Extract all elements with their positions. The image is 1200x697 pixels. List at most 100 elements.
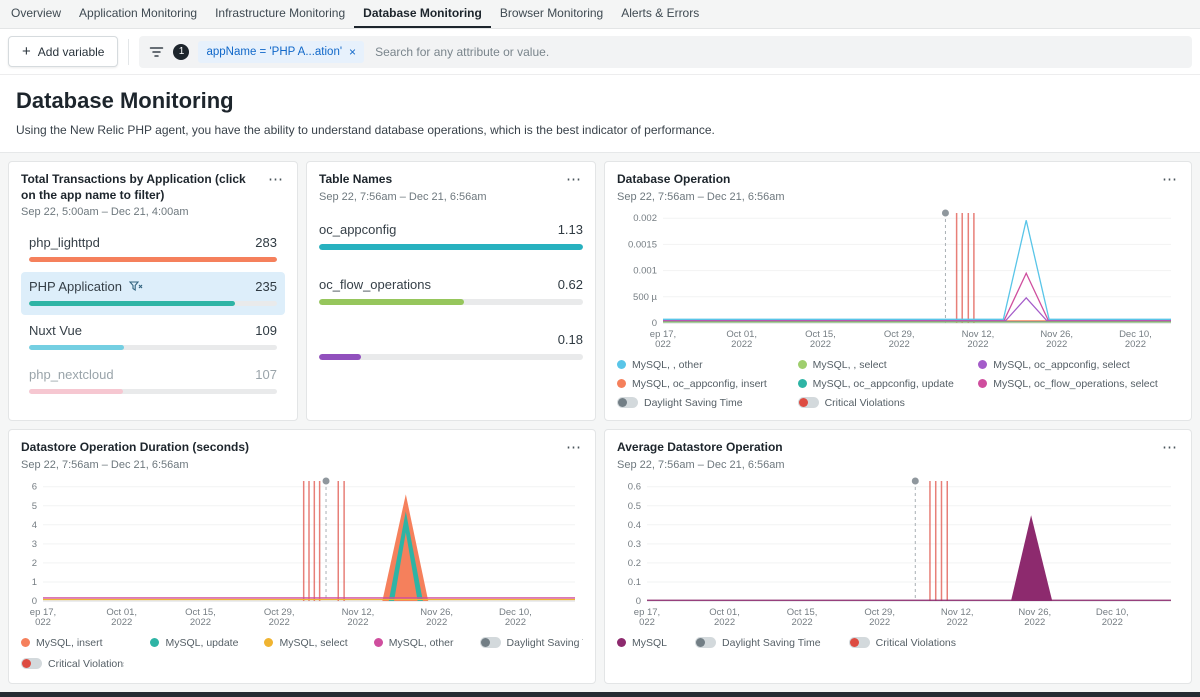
legend-label: Daylight Saving Time [722, 637, 821, 649]
filter-remove-icon[interactable] [129, 281, 143, 292]
bar-fill [29, 389, 123, 394]
daylight-saving-toggle[interactable] [617, 397, 638, 408]
panel-avg-datastore: Average Datastore Operation Sep 22, 7:56… [604, 429, 1192, 684]
datastore-duration-chart: 6543210ep 17,022Oct 01,2022Oct 15,2022Oc… [21, 471, 583, 631]
svg-text:Oct 01,2022: Oct 01,2022 [726, 329, 757, 350]
panel-menu-button[interactable]: ⋯ [266, 172, 285, 187]
bar-row-oc_appconfig[interactable]: oc_appconfig1.13 [319, 213, 583, 268]
datastore-duration-legend: MySQL, insert MySQL, update MySQL, select M… [21, 637, 583, 670]
nav-item-application-monitoring[interactable]: Application Monitoring [70, 0, 206, 28]
panel-timerange: Sep 22, 7:56am – Dec 21, 6:56am [21, 459, 255, 471]
legend-dot [264, 638, 273, 647]
bar-row-nuxt-vue[interactable]: Nuxt Vue109 [21, 316, 285, 359]
svg-text:500 µ: 500 µ [633, 291, 657, 302]
svg-text:0: 0 [636, 596, 641, 607]
panel-datastore-duration: Datastore Operation Duration (seconds) S… [8, 429, 596, 684]
legend-item[interactable]: Daylight Saving Ti... [480, 637, 583, 649]
bottom-bar [0, 692, 1200, 697]
legend-item[interactable]: MySQL, , other [617, 359, 792, 371]
legend-item[interactable]: Critical Violations [798, 397, 973, 409]
legend-item[interactable]: MySQL, select [264, 637, 347, 649]
critical-violations-toggle[interactable] [21, 658, 42, 669]
legend-item[interactable]: Daylight Saving Time [695, 637, 821, 649]
svg-text:Nov 26,2022: Nov 26,2022 [1018, 607, 1051, 628]
panel-menu-button[interactable]: ⋯ [1160, 172, 1179, 187]
svg-text:Nov 26,2022: Nov 26,2022 [1040, 329, 1073, 350]
svg-text:Dec 10,2022: Dec 10,2022 [1096, 607, 1129, 628]
legend-item[interactable]: MySQL, insert [21, 637, 124, 649]
svg-text:0.1: 0.1 [628, 577, 641, 588]
critical-violations-toggle[interactable] [849, 637, 870, 648]
svg-text:3: 3 [32, 538, 37, 549]
legend-item[interactable]: MySQL, update [150, 637, 238, 649]
filter-search-container: 1 appName = 'PHP A...ation' × [139, 36, 1192, 68]
legend-item[interactable]: MySQL, oc_appconfig, update [798, 378, 973, 390]
svg-text:Oct 01,2022: Oct 01,2022 [106, 607, 137, 628]
page-title: Database Monitoring [16, 88, 1184, 114]
bar-row-php_lighttpd[interactable]: php_lighttpd283 [21, 228, 285, 271]
svg-text:Oct 15,2022: Oct 15,2022 [787, 607, 818, 628]
bar-value: 0.18 [558, 332, 583, 347]
database-operation-chart: 0.0020.00150.001500 µ0ep 17,022Oct 01,20… [617, 203, 1179, 353]
legend-item[interactable]: MySQL, oc_flow_operations, select [978, 378, 1179, 390]
page-subtitle: Using the New Relic PHP agent, you have … [16, 123, 1184, 137]
legend-label: Critical Violations [825, 397, 905, 409]
panel-timerange: Sep 22, 7:56am – Dec 21, 6:56am [617, 191, 785, 203]
svg-text:Oct 29,2022: Oct 29,2022 [864, 607, 895, 628]
nav-item-overview[interactable]: Overview [2, 0, 70, 28]
bar-value: 1.13 [558, 222, 583, 237]
legend-item[interactable]: MySQL, other [374, 637, 454, 649]
panel-title: Total Transactions by Application (click… [21, 172, 266, 203]
panel-menu-button[interactable]: ⋯ [564, 172, 583, 187]
panel-head: Table Names Sep 22, 7:56am – Dec 21, 6:5… [319, 172, 583, 203]
nav-item-infrastructure-monitoring[interactable]: Infrastructure Monitoring [206, 0, 354, 28]
legend-item[interactable]: MySQL [617, 637, 667, 649]
critical-violations-toggle[interactable] [798, 397, 819, 408]
legend-item[interactable]: MySQL, , select [798, 359, 973, 371]
nav-item-database-monitoring[interactable]: Database Monitoring [354, 0, 491, 28]
avg-datastore-legend: MySQL Daylight Saving Time Critical Violat… [617, 637, 1179, 649]
svg-text:Oct 15,2022: Oct 15,2022 [805, 329, 836, 350]
bar-label: Nuxt Vue [29, 323, 82, 338]
daylight-saving-toggle[interactable] [480, 637, 501, 648]
svg-text:0.5: 0.5 [628, 500, 641, 511]
bar-row-php_nextcloud[interactable]: php_nextcloud107 [21, 360, 285, 403]
bar-row-php-application[interactable]: PHP Application235 [21, 272, 285, 315]
legend-item[interactable]: Critical Violations [849, 637, 956, 649]
legend-label: MySQL, update [165, 637, 238, 649]
legend-item[interactable]: MySQL, oc_appconfig, select [978, 359, 1179, 371]
svg-text:0.4: 0.4 [628, 519, 641, 530]
svg-text:0: 0 [652, 318, 657, 329]
filter-chip[interactable]: appName = 'PHP A...ation' × [198, 41, 364, 63]
add-variable-button[interactable]: + Add variable [8, 36, 118, 67]
transactions-bar-list: php_lighttpd283PHP Application235Nuxt Vu… [21, 228, 285, 403]
bar-fill [29, 257, 277, 262]
bar-fill [319, 244, 583, 250]
panel-title: Database Operation [617, 172, 785, 188]
legend-label: MySQL, oc_flow_operations, select [993, 378, 1158, 390]
legend-dot [617, 360, 626, 369]
panel-menu-button[interactable]: ⋯ [1160, 440, 1179, 455]
chip-remove-icon[interactable]: × [349, 45, 356, 59]
page-header: Database Monitoring Using the New Relic … [0, 75, 1200, 153]
legend-item[interactable]: MySQL, oc_appconfig, insert [617, 378, 792, 390]
panel-menu-button[interactable]: ⋯ [564, 440, 583, 455]
dashboard-row-2: Datastore Operation Duration (seconds) S… [8, 429, 1192, 684]
legend-dot [21, 638, 30, 647]
bar-row-unnamed[interactable]: 0.18 [319, 323, 583, 378]
dashboard-grid: Total Transactions by Application (click… [0, 153, 1200, 692]
avg-datastore-chart: 0.60.50.40.30.20.10ep 17,022Oct 01,2022O… [617, 471, 1179, 631]
svg-text:ep 17,022: ep 17,022 [30, 607, 56, 628]
bar-label: oc_flow_operations [319, 277, 431, 292]
daylight-saving-toggle[interactable] [695, 637, 716, 648]
legend-dot [374, 638, 383, 647]
bar-row-oc_flow_operations[interactable]: oc_flow_operations0.62 [319, 268, 583, 323]
bar-value: 283 [255, 235, 277, 250]
nav-item-alerts-errors[interactable]: Alerts & Errors [612, 0, 708, 28]
nav-item-browser-monitoring[interactable]: Browser Monitoring [491, 0, 612, 28]
legend-item[interactable]: Daylight Saving Time [617, 397, 792, 409]
search-input[interactable] [373, 44, 1182, 60]
legend-item[interactable]: Critical Violations [21, 658, 124, 670]
panel-title: Datastore Operation Duration (seconds) [21, 440, 255, 456]
app-window: OverviewApplication MonitoringInfrastruc… [0, 0, 1200, 697]
